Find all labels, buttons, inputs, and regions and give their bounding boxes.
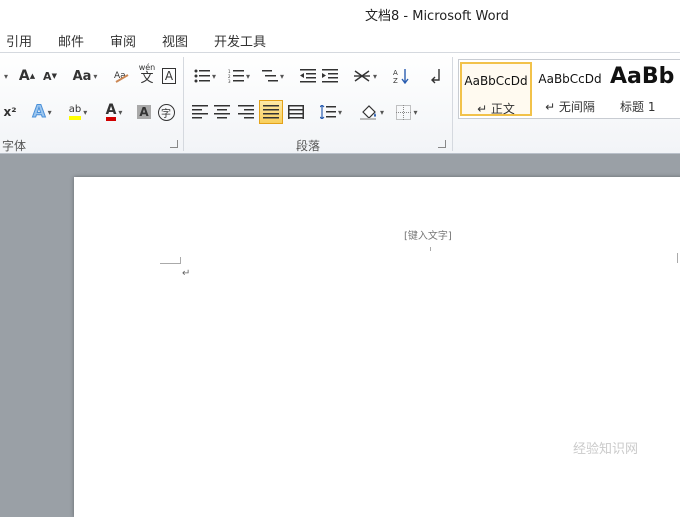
tab-review[interactable]: 审阅 — [110, 31, 136, 50]
sort-icon: AZ — [393, 69, 409, 84]
chinese-layout-icon — [353, 70, 370, 82]
decrease-indent-button[interactable] — [298, 65, 318, 87]
increase-indent-button[interactable] — [320, 65, 340, 87]
chinese-layout-button[interactable]: ▾ — [350, 65, 380, 87]
shrink-font-icon: A — [43, 69, 52, 83]
align-center-button[interactable] — [212, 101, 232, 123]
line-spacing-button[interactable]: ▾ — [316, 101, 346, 123]
tab-mailings[interactable]: 邮件 — [58, 31, 84, 50]
numbering-button[interactable]: 1 2 3 ▾ — [224, 65, 254, 87]
font-color-button[interactable]: A ▾ — [98, 101, 130, 123]
multilevel-list-icon — [261, 70, 278, 82]
enclose-char-icon: 字 — [157, 103, 175, 121]
svg-text:A: A — [393, 69, 398, 77]
text-effect-icon: A — [32, 102, 46, 123]
justify-icon — [263, 105, 279, 119]
clear-format-button[interactable]: Aa — [112, 65, 132, 87]
style-heading-1[interactable]: AaBb 标题 1 — [608, 62, 680, 116]
char-border-icon: A — [161, 68, 177, 84]
highlight-icon: ab — [68, 104, 82, 120]
paragraph-mark-icon: ↵ — [182, 268, 191, 279]
grow-font-icon: A — [18, 68, 30, 84]
margin-corner-mark — [160, 257, 181, 264]
styles-gallery: AaBbCcDd ↵ 正文 AaBbCcDd ↵ 无间隔 AaBb 标题 1 — [458, 59, 680, 119]
highlight-button[interactable]: ab ▾ — [62, 101, 94, 123]
align-left-icon — [192, 105, 208, 119]
tab-view[interactable]: 视图 — [162, 31, 188, 50]
change-case-icon: Aa — [72, 68, 92, 84]
shading-button[interactable]: ▾ — [356, 101, 388, 123]
svg-text:3: 3 — [228, 79, 231, 83]
paint-bucket-icon — [359, 105, 376, 120]
show-marks-button[interactable] — [426, 65, 446, 87]
header-placeholder[interactable]: [键入文字] — [404, 227, 452, 242]
justify-button[interactable] — [259, 100, 283, 124]
grow-font-button[interactable]: A ▲ — [16, 65, 38, 87]
font-size-dropdown[interactable]: ▾ — [0, 65, 12, 87]
char-shading-icon: A — [137, 105, 151, 119]
style-normal[interactable]: AaBbCcDd ↵ 正文 — [460, 62, 532, 116]
phonetic-guide-button[interactable]: wén 文 — [136, 63, 158, 85]
numbering-icon: 123 — [228, 69, 244, 83]
title-bar: 文档8 - Microsoft Word — [0, 0, 680, 26]
header-marker — [430, 247, 431, 251]
change-case-button[interactable]: Aa ▾ — [68, 65, 102, 87]
superscript-icon: x² — [3, 105, 17, 119]
group-separator — [452, 57, 453, 151]
char-border-button[interactable]: A — [160, 65, 178, 87]
style-no-spacing[interactable]: AaBbCcDd ↵ 无间隔 — [534, 62, 606, 116]
style-sample: AaBb — [610, 64, 675, 89]
align-right-button[interactable] — [236, 101, 256, 123]
line-spacing-icon — [319, 105, 336, 119]
margin-corner-mark — [677, 253, 678, 263]
paragraph-group-label: 段落 — [296, 139, 321, 153]
align-right-icon — [238, 105, 254, 119]
borders-button[interactable]: ▾ — [392, 101, 422, 123]
increase-indent-icon — [322, 69, 338, 83]
decrease-indent-icon — [300, 69, 316, 83]
watermark-text: 经验知识网 — [573, 442, 639, 457]
style-name: ↵ 正文 — [477, 102, 515, 116]
window-title: 文档8 - Microsoft Word — [365, 9, 509, 24]
style-sample: AaBbCcDd — [538, 72, 602, 86]
sort-button[interactable]: AZ — [392, 65, 412, 87]
paragraph-mark-icon — [431, 69, 440, 84]
tab-references[interactable]: 引用 — [6, 31, 32, 50]
tab-developer[interactable]: 开发工具 — [214, 31, 266, 50]
clear-format-icon: Aa — [114, 71, 129, 83]
paragraph-dialog-launcher-icon[interactable] — [438, 140, 446, 148]
distributed-icon — [288, 105, 304, 119]
distributed-button[interactable] — [286, 101, 306, 123]
bullets-icon — [194, 69, 210, 83]
font-group-label: 字体 — [2, 139, 27, 153]
group-separator — [183, 57, 184, 151]
font-dialog-launcher-icon[interactable] — [170, 140, 178, 148]
document-page[interactable]: [键入文字] ↵ — [74, 177, 680, 517]
superscript-button[interactable]: x² — [0, 101, 20, 123]
style-name: ↵ 无间隔 — [545, 100, 595, 114]
ribbon: ▾ A ▲ A ▼ Aa ▾ Aa wén 文 A x² A ▾ ab ▾ A ▾ A 字 … — [0, 52, 680, 154]
text-effect-button[interactable]: A ▾ — [26, 101, 58, 123]
enclose-char-button[interactable]: 字 — [156, 101, 176, 123]
shrink-font-button[interactable]: A ▼ — [40, 65, 60, 87]
style-name: 标题 1 — [620, 100, 656, 114]
ribbon-tabs: 引用 邮件 审阅 视图 开发工具 — [0, 26, 680, 52]
phonetic-char-icon: 文 — [140, 70, 154, 86]
bullets-button[interactable]: ▾ — [190, 65, 220, 87]
char-shading-button[interactable]: A — [136, 101, 152, 123]
font-color-icon: A — [105, 103, 117, 121]
svg-text:Z: Z — [393, 77, 398, 84]
style-sample: AaBbCcDd — [464, 74, 528, 88]
align-center-icon — [214, 105, 230, 119]
multilevel-list-button[interactable]: ▾ — [258, 65, 288, 87]
align-left-button[interactable] — [190, 101, 210, 123]
borders-icon — [396, 104, 412, 120]
